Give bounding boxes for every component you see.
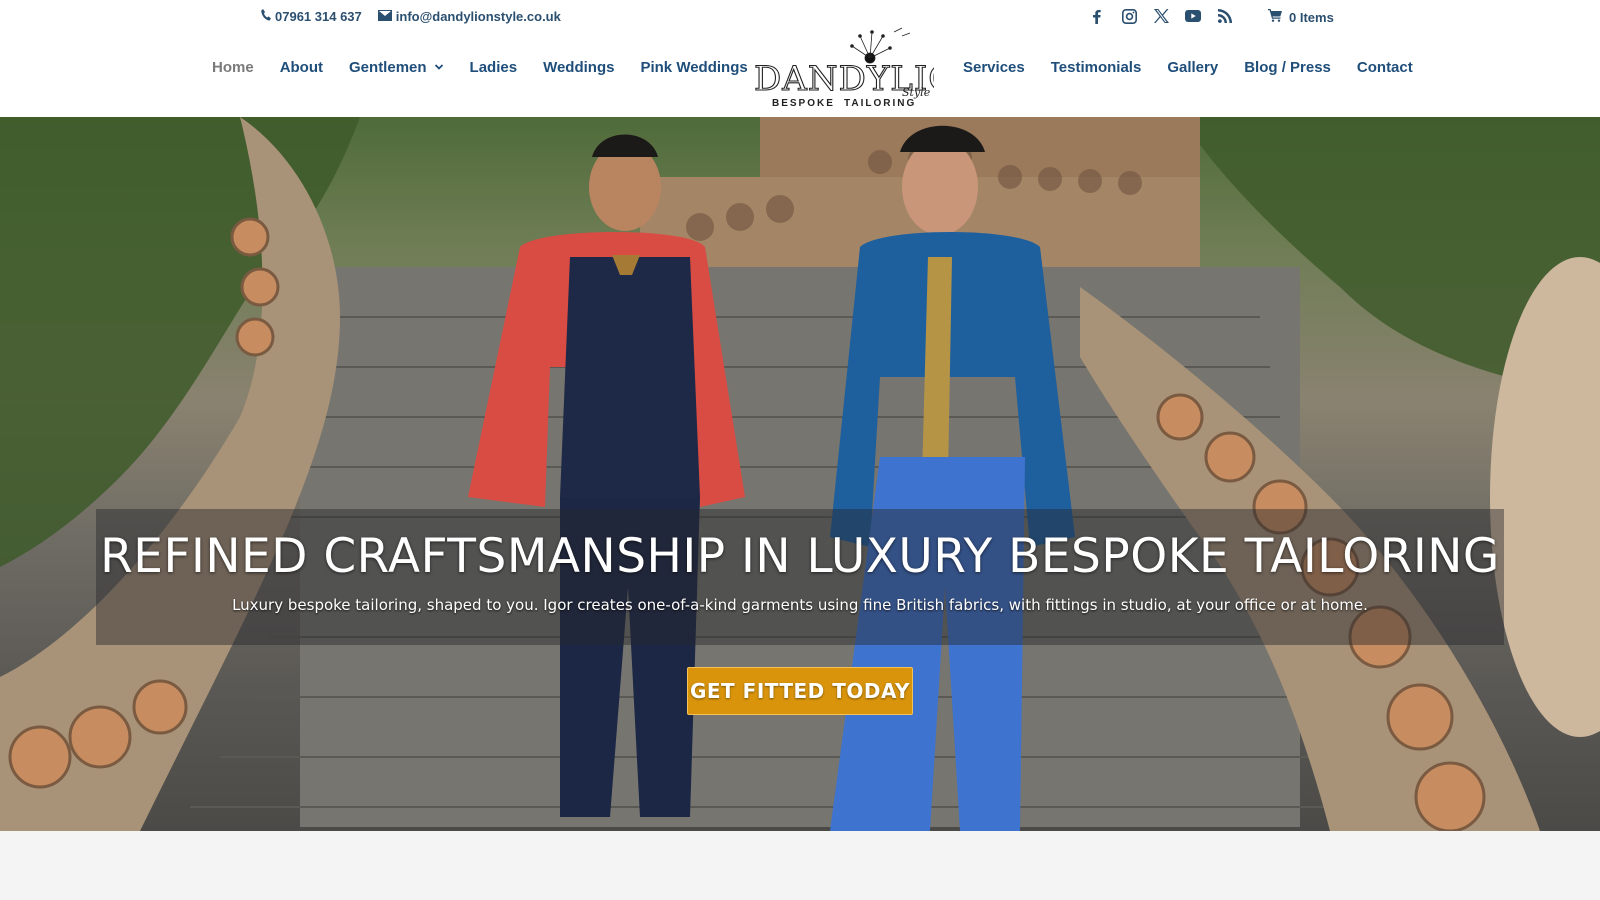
main-nav-left: Home About Gentlemen Ladies Weddings Pin… bbox=[212, 56, 748, 78]
nav-gallery[interactable]: Gallery bbox=[1167, 59, 1218, 76]
youtube-icon[interactable] bbox=[1184, 7, 1202, 25]
phone-number: 07961 314 637 bbox=[275, 9, 362, 24]
cart-link[interactable]: 0 Items bbox=[1268, 9, 1334, 25]
nav-weddings[interactable]: Weddings bbox=[543, 59, 614, 76]
facebook-icon[interactable] bbox=[1088, 7, 1106, 25]
nav-testimonials[interactable]: Testimonials bbox=[1051, 59, 1142, 76]
nav-pink-weddings[interactable]: Pink Weddings bbox=[640, 59, 747, 76]
svg-text:TAILORING: TAILORING bbox=[844, 98, 916, 109]
email-link[interactable]: info@dandylionstyle.co.uk bbox=[377, 9, 561, 24]
nav-blog-press[interactable]: Blog / Press bbox=[1244, 59, 1331, 76]
contact-info: 07961 314 637 info@dandylionstyle.co.uk bbox=[261, 9, 561, 24]
hero-subtitle: Luxury bespoke tailoring, shaped to you.… bbox=[232, 596, 1368, 614]
phone-link[interactable]: 07961 314 637 bbox=[261, 9, 362, 24]
get-fitted-button[interactable]: GET FITTED TODAY bbox=[687, 667, 913, 715]
envelope-icon bbox=[377, 9, 392, 24]
email-address: info@dandylionstyle.co.uk bbox=[395, 9, 561, 24]
nav-about[interactable]: About bbox=[280, 59, 323, 76]
cart-icon bbox=[1268, 9, 1282, 25]
site-logo[interactable]: DANDYLION Style BESPOKE TAILORING bbox=[752, 24, 987, 110]
nav-gentlemen[interactable]: Gentlemen bbox=[349, 59, 444, 76]
hero-photo bbox=[0, 117, 1600, 831]
nav-ladies[interactable]: Ladies bbox=[470, 59, 518, 76]
content-section-start bbox=[0, 831, 1600, 900]
nav-gentlemen-label: Gentlemen bbox=[349, 58, 427, 76]
phone-icon bbox=[261, 9, 271, 24]
nav-home[interactable]: Home bbox=[212, 59, 254, 76]
x-icon[interactable] bbox=[1152, 7, 1170, 25]
dandelion-icon bbox=[850, 27, 911, 64]
instagram-icon[interactable] bbox=[1120, 7, 1138, 25]
hero-section: REFINED CRAFTSMANSHIP IN LUXURY BESPOKE … bbox=[0, 117, 1600, 831]
main-nav-right: Services Testimonials Gallery Blog / Pre… bbox=[963, 56, 1413, 78]
cart-count: 0 Items bbox=[1289, 9, 1334, 25]
nav-contact[interactable]: Contact bbox=[1357, 59, 1413, 76]
social-links bbox=[1088, 7, 1234, 25]
nav-services[interactable]: Services bbox=[963, 59, 1025, 76]
hero-title: REFINED CRAFTSMANSHIP IN LUXURY BESPOKE … bbox=[100, 529, 1500, 584]
chevron-down-icon bbox=[434, 62, 444, 72]
rss-icon[interactable] bbox=[1216, 7, 1234, 25]
svg-text:BESPOKE: BESPOKE bbox=[772, 98, 835, 109]
